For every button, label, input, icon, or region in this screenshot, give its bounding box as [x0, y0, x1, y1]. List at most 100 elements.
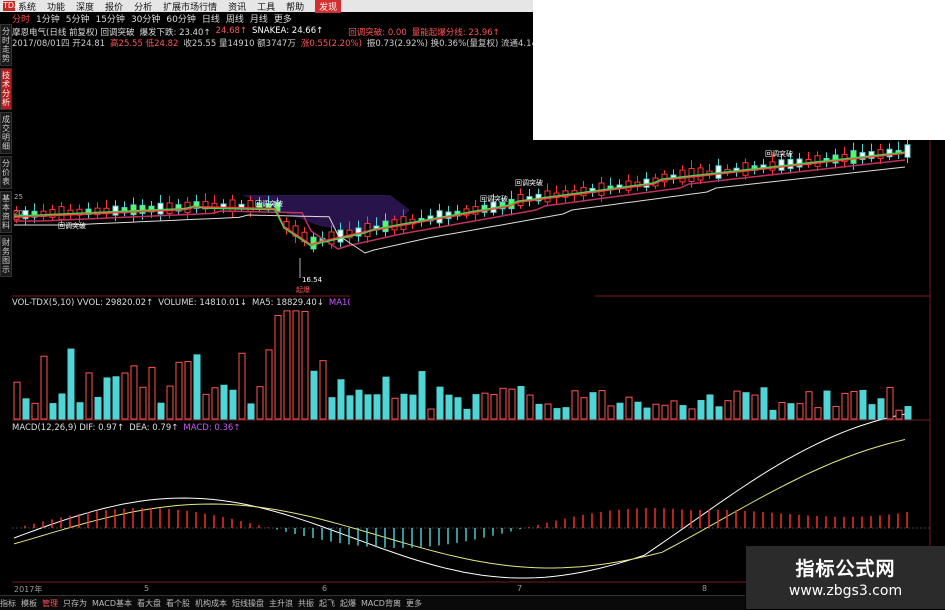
volume-bar	[85, 372, 93, 420]
volume-bar	[733, 390, 741, 420]
bottom-tab-indicator[interactable]: 指标	[0, 598, 16, 609]
volume-bar	[382, 376, 390, 420]
bottom-tab-stock[interactable]: 看个股	[166, 598, 190, 609]
indicator-bar: 指标 模板 管理 只存为 MACD基本 看大盘 看个股 机构成本 短线操盘 主升…	[0, 595, 745, 610]
volume-bar	[175, 361, 183, 420]
watermark-url: www.zbgs3.com	[788, 583, 903, 599]
bottom-tab-burst[interactable]: 起爆	[340, 598, 356, 609]
bottom-tab-template[interactable]: 模板	[21, 598, 37, 609]
volume-bar	[625, 396, 633, 420]
volume-bar	[409, 394, 417, 420]
bottom-tab-manage[interactable]: 管理	[42, 598, 58, 609]
volume-bar	[814, 407, 822, 420]
volume-bar	[805, 391, 813, 420]
volume-bar	[49, 403, 57, 420]
volume-bar	[355, 389, 363, 420]
volume-bar	[643, 407, 651, 420]
volume-bar	[877, 398, 885, 420]
vol-legend-vvol: VOL-TDX(5,10) VVOL: 29820.02↑	[12, 298, 154, 308]
candle-body	[247, 199, 254, 213]
volume-bar	[697, 400, 705, 420]
macd-legend-dif: MACD(12,26,9) DIF: 0.97↑	[12, 423, 125, 433]
volume-bar	[301, 311, 309, 420]
volume-bar	[508, 388, 516, 420]
volume-bar	[490, 394, 498, 420]
volume-bar	[688, 408, 696, 420]
bottom-tab-takeoff[interactable]: 起飞	[319, 598, 335, 609]
bottom-tab-macd-basic[interactable]: MACD基本	[92, 598, 132, 609]
volume-bar	[427, 408, 435, 420]
volume-bar	[103, 377, 111, 420]
candle-body	[112, 205, 119, 216]
volume-bar	[445, 394, 453, 420]
xaxis-label-aug: 8	[702, 584, 708, 593]
vol-legend-ma5: MA5: 18829.40↓	[252, 298, 324, 308]
volume-bar	[283, 310, 291, 420]
watermark-title: 指标公式网	[795, 558, 896, 580]
volume-bar	[895, 409, 903, 420]
annotation-burst: 起爆	[296, 285, 310, 294]
volume-bar	[859, 389, 867, 420]
volume-bar	[193, 354, 201, 420]
xaxis-label-may: 5	[144, 584, 150, 593]
volume-bar	[22, 398, 30, 420]
volume-bar	[256, 386, 264, 420]
volume-bar	[436, 386, 444, 420]
volume-bar	[868, 404, 876, 420]
ma-crimson-line	[14, 159, 906, 250]
volume-bar	[751, 394, 759, 420]
annotation-pullback-1: 回调突破	[58, 221, 86, 230]
volume-bar	[67, 348, 75, 420]
bottom-tab-short-trade[interactable]: 短线操盘	[232, 598, 264, 609]
bottom-tab-macd-divergence[interactable]: MACD背离	[361, 598, 401, 609]
volume-bar	[715, 406, 723, 420]
watermark: 指标公式网 www.zbgs3.com	[746, 546, 945, 609]
volume-bar	[202, 393, 210, 420]
volume-bar	[535, 403, 543, 420]
candle-body	[328, 231, 335, 245]
volume-bar	[121, 372, 129, 420]
volume-bar	[841, 392, 849, 420]
volume-bar	[31, 402, 39, 420]
bottom-tab-market[interactable]: 看大盘	[137, 598, 161, 609]
volume-bar	[337, 379, 345, 420]
candle-body	[130, 204, 137, 216]
volume-bar	[823, 390, 831, 420]
volume-bar	[652, 403, 660, 420]
volume-bar	[742, 392, 750, 420]
volume-bar	[265, 349, 273, 420]
bottom-tab-resonance[interactable]: 共振	[298, 598, 314, 609]
volume-bar	[112, 376, 120, 420]
volume-bar	[526, 394, 534, 420]
volume-bar	[661, 404, 669, 420]
annotation-pullback-3: 回调突破	[480, 194, 508, 203]
candle-body	[364, 223, 371, 237]
macd-legend: MACD(12,26,9) DIF: 0.97↑ DEA: 0.79↑ MACD…	[12, 423, 245, 433]
volume-bar	[220, 384, 228, 420]
volume-bar	[418, 371, 426, 420]
bottom-tab-main-wave[interactable]: 主升浪	[269, 598, 293, 609]
volume-bar	[364, 394, 372, 420]
volume-bar	[472, 394, 480, 420]
candle-body	[166, 202, 173, 214]
volume-bar	[157, 402, 165, 420]
bottom-tab-save-as[interactable]: 只存为	[63, 598, 87, 609]
volume-bar	[598, 390, 606, 420]
volume-bar	[517, 386, 525, 420]
annotation-low-price: 16.54	[302, 276, 323, 284]
volume-bar	[832, 405, 840, 420]
volume-bar	[886, 386, 894, 420]
volume-bar	[706, 394, 714, 420]
volume-bar	[769, 409, 777, 420]
volume-bar	[589, 392, 597, 420]
volume-bar	[571, 390, 579, 420]
volume-bar	[904, 406, 912, 420]
bottom-tab-more[interactable]: 更多	[406, 598, 422, 609]
volume-bar	[463, 408, 471, 420]
volume-bar	[634, 401, 642, 420]
bottom-tab-inst-cost[interactable]: 机构成本	[195, 598, 227, 609]
volume-bar	[130, 365, 138, 420]
volume-bar	[553, 408, 561, 420]
annotation-pullback-4: 回调突破	[515, 178, 543, 187]
candle-body	[58, 206, 65, 220]
